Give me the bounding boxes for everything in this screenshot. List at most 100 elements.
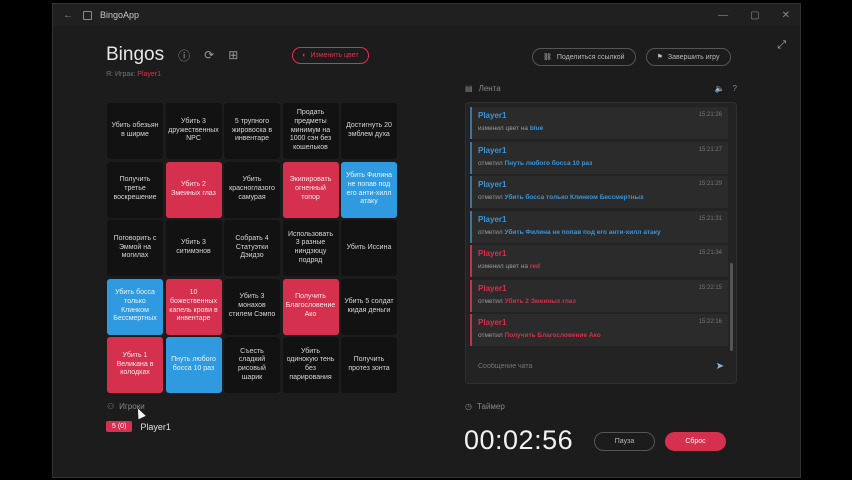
share-link-button[interactable]: ⛓ Поделиться ссылкой	[532, 48, 636, 66]
bingo-cell[interactable]: Убить 1 Великана в колодках	[107, 337, 163, 393]
page-title: Bingos	[106, 44, 165, 65]
feed-message: Player1 15:21:26 изменил цвет на blue	[470, 107, 728, 139]
message-time: 15:21:31	[698, 215, 722, 222]
bingo-cell[interactable]: Убить босса только Клинком Бессмертных	[107, 278, 163, 335]
bingo-cell[interactable]: Использовать 3 разные ниндзюцу подряд	[282, 220, 339, 276]
maximize-button[interactable]: ▢	[750, 10, 759, 21]
message-action: отметил	[478, 194, 503, 201]
message-author: Player1	[478, 180, 507, 189]
bingo-cell[interactable]: 10 божественных капель крови в инвентаре	[165, 278, 222, 335]
feed-message: Player1 15:21:29 отметил Убить босса тольк…	[470, 176, 728, 208]
message-text: отметил Убить 2 Змеиных глаз	[478, 298, 722, 305]
message-target: blue	[529, 125, 544, 132]
feed-icon: ▤	[465, 84, 473, 93]
bingo-cell[interactable]: Убить одинокую тень без парирования	[282, 337, 339, 393]
bingo-cell[interactable]: Убить 2 Змеиных глаз	[165, 161, 222, 218]
info-icon[interactable]: ⓘ	[178, 47, 190, 64]
player-row: 5 (0) Player1	[106, 421, 171, 432]
bingo-cell[interactable]: Получить протез зонта	[341, 337, 397, 393]
bingo-cell[interactable]: Экипировать огненный топор	[282, 161, 339, 218]
bingo-cell[interactable]: Убить Филина не попав под его анти-хилл …	[341, 161, 397, 218]
message-author: Player1	[478, 214, 507, 224]
minimize-button[interactable]: —	[718, 10, 728, 21]
bingo-cell[interactable]: Убить 3 ситимэнов	[165, 220, 222, 276]
feed-message: Player1 15:21:31 отметил Убить Филина не п…	[470, 210, 728, 243]
feed-label: Лента	[478, 84, 501, 93]
bingo-cell[interactable]: Съесть сладкий рисовый шарик	[224, 337, 280, 393]
send-icon[interactable]: ➤	[716, 361, 724, 372]
message-action: отметил	[478, 228, 503, 236]
timer-value: 00:02:56	[464, 425, 574, 455]
bingo-cell[interactable]: Убить 3 дружественных NPC	[165, 103, 222, 159]
expand-icon[interactable]: ⤢	[777, 39, 786, 52]
message-text: отметил Получить Благословение Ако	[478, 332, 722, 339]
feed-message: Player1 15:22:16 отметил Получить Благосло…	[470, 314, 728, 346]
message-action: отметил	[478, 297, 503, 305]
bingo-cell[interactable]: Получить третье воскрешение	[107, 161, 163, 218]
feed-header: ▤ Лента 🔈 ?	[465, 84, 737, 93]
message-author: Player1	[478, 249, 507, 258]
app-icon	[83, 10, 92, 20]
bingo-cell[interactable]: Продать предметы минимум на 1000 сэн без…	[282, 103, 339, 159]
back-arrow-icon[interactable]: ←	[63, 10, 73, 21]
bingo-cell[interactable]: Убить 5 солдат кидая деньги	[341, 278, 397, 335]
feed-scrollbar[interactable]	[730, 263, 733, 351]
finish-game-button[interactable]: ⚑ Завершить игру	[645, 48, 731, 66]
timer-header: ◷ Таймер	[465, 402, 505, 411]
bingo-board: Убить обезьян в ширме Убить 3 дружественн…	[107, 103, 397, 394]
layout-icon[interactable]: ⊞	[228, 48, 238, 62]
message-time: 15:22:15	[698, 284, 722, 291]
message-author: Player1	[478, 111, 507, 120]
reset-button[interactable]: Сброс	[665, 432, 726, 451]
help-icon[interactable]: ?	[733, 84, 737, 93]
bingo-cell[interactable]: Убить Иссина	[341, 220, 397, 276]
player-name: Player1	[140, 421, 171, 432]
pause-button[interactable]: Пауза	[594, 432, 655, 451]
bingo-cell[interactable]: 5 трупного жировоска в инвентаре	[224, 103, 280, 159]
player-score-badge: 5 (0)	[106, 421, 133, 432]
bingo-cell[interactable]: Поговорить с Эммой на могилах	[107, 220, 163, 276]
bingo-cell[interactable]: Получить Благословение Ако	[282, 278, 339, 335]
message-text: отметил Убить босса только Клинком Бессм…	[478, 194, 722, 201]
window-title: BingoApp	[100, 10, 140, 20]
feed-messages: Player1 15:21:26 изменил цвет на blue Playe…	[470, 107, 728, 349]
bingo-cell[interactable]: Собрать 4 Статуэтки Дэидзо	[224, 220, 280, 276]
bingo-cell[interactable]: Убить 3 монахов стилем Сэмпо	[224, 278, 280, 335]
refresh-icon[interactable]: ⟳	[204, 48, 214, 62]
message-action: изменил цвет на	[478, 125, 529, 132]
message-target: Убить 2 Змеиных глаз	[504, 297, 576, 305]
close-button[interactable]: ✕	[782, 10, 790, 21]
message-text: изменил цвет на blue	[478, 125, 722, 132]
message-action: изменил цвет на	[478, 263, 529, 270]
subtitle-prefix: Я: Играк:	[106, 71, 136, 78]
link-icon: ⛓	[543, 54, 552, 61]
sound-icon[interactable]: 🔈	[715, 84, 725, 93]
change-color-button[interactable]: ◐ Изменить цвет	[292, 46, 369, 64]
message-target: Пнуть любого босса 10 раз	[504, 159, 593, 167]
message-time: 15:21:26	[698, 112, 722, 118]
window-controls: — ▢ ✕	[718, 10, 790, 21]
change-color-label: Изменить цвет	[310, 51, 359, 59]
player-subtitle: Я: Играк: Player1	[106, 71, 161, 78]
feed-message: Player1 15:21:27 отметил Пнуть любого босс…	[470, 141, 728, 174]
bingo-cell[interactable]: Достигнуть 20 эмблем духа	[341, 103, 397, 159]
message-text: отметил Убить Филина не попав под его ан…	[478, 229, 722, 236]
feed-message: Player1 15:21:34 изменил цвет на red	[470, 245, 728, 277]
page-header: Bingos ⓘ ⟳ ⊞ ◐ Изменить цвет	[106, 44, 369, 66]
share-label: Поделиться ссылкой	[556, 53, 625, 61]
message-action: отметил	[478, 159, 503, 167]
message-time: 15:22:16	[698, 319, 722, 325]
message-author: Player1	[478, 318, 507, 327]
feed-message: Player1 15:22:15 отметил Убить 2 Змеиных г…	[470, 279, 728, 312]
title-bar: ← BingoApp — ▢ ✕	[53, 4, 800, 26]
bingo-cell[interactable]: Пнуть любого босса 10 раз	[165, 337, 222, 393]
message-target: Убить Филина не попав под его анти-хилл …	[504, 228, 661, 236]
message-target: Убить босса только Клинком Бессмертных	[504, 194, 644, 201]
chat-input[interactable]	[478, 362, 716, 370]
feed-panel: Player1 15:21:26 изменил цвет на blue Playe…	[465, 102, 737, 384]
bingo-cell[interactable]: Убить красноглазого самурая	[224, 161, 280, 218]
message-target: red	[529, 263, 540, 270]
message-action: отметил	[478, 332, 503, 339]
bingo-cell[interactable]: Убить обезьян в ширме	[107, 103, 163, 159]
message-time: 15:21:29	[698, 181, 722, 187]
